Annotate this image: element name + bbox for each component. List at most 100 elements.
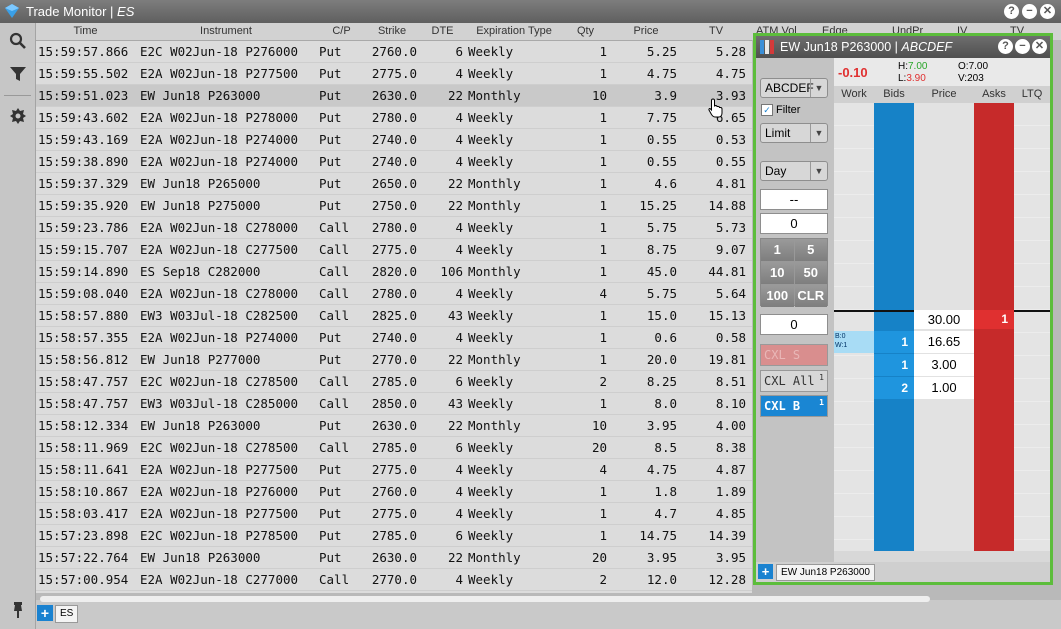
col-header[interactable]: Price [611, 25, 681, 37]
horizontal-scrollbar[interactable] [40, 596, 930, 602]
ladder-add-tab-button[interactable]: + [758, 564, 773, 579]
help-button[interactable]: ? [1004, 4, 1019, 19]
ladder-bottom-bar: + EW Jun18 P263000 [756, 562, 1050, 582]
close-button[interactable]: ✕ [1040, 4, 1055, 19]
tab-es[interactable]: ES [55, 605, 79, 623]
quantity-field[interactable]: 0 [760, 213, 828, 234]
table-row[interactable]: 15:59:38.890 E2A W02Jun-18 P274000 Put 2740… [36, 151, 752, 173]
filter-toggle[interactable]: ✓ Filter [761, 104, 800, 116]
instrument-cell: E2A W02Jun-18 P278000 [140, 110, 299, 125]
table-row[interactable]: 15:59:57.866 E2C W02Jun-18 P276000 Put 2760… [36, 41, 752, 63]
table-row[interactable]: 15:59:35.920 EW Jun18 P275000 Put 2750.0 22 M… [36, 195, 752, 217]
search-icon[interactable] [9, 32, 27, 50]
col-header[interactable]: TV [682, 25, 750, 37]
table-row[interactable]: 15:59:08.040 E2A W02Jun-18 C278000 Call 278… [36, 283, 752, 305]
col-header[interactable]: Expiration Type [468, 25, 560, 37]
offset-field[interactable]: 0 [760, 314, 828, 335]
pin-icon[interactable] [9, 601, 27, 619]
table-row[interactable]: 15:57:22.764 EW Jun18 P263000 Put 2630.0 22 M… [36, 547, 752, 569]
table-row[interactable]: 15:58:47.757 E2C W02Jun-18 C278500 Call 278… [36, 371, 752, 393]
ladder-tab[interactable]: EW Jun18 P263000 [776, 564, 875, 581]
dte-cell: 6 [455, 374, 463, 389]
table-row[interactable]: 15:57:23.898 E2C W02Jun-18 P278500 Put 2785… [36, 525, 752, 547]
bid-quantity[interactable]: 2 [874, 377, 914, 399]
ladder-minimize-button[interactable]: − [1015, 39, 1030, 54]
table-row[interactable]: 15:58:10.867 E2A W02Jun-18 P276000 Put 2760… [36, 481, 752, 503]
col-header[interactable]: Instrument [136, 25, 316, 37]
cancel-all-button[interactable]: CXL All 1 [760, 370, 828, 392]
table-row[interactable]: 15:58:12.334 EW Jun18 P263000 Put 2630.0 22 M… [36, 415, 752, 437]
strike-cell: 2630.0 [371, 418, 417, 433]
instrument-cell: EW3 W03Jul-18 C282500 [140, 308, 299, 323]
keypad-5-button[interactable]: 5 [794, 239, 827, 261]
cp-cell: Put [319, 44, 342, 59]
ladder-col-ltq: LTQ [1021, 88, 1043, 100]
strike-cell: 2785.0 [371, 528, 417, 543]
filter-checkbox[interactable]: ✓ [761, 104, 773, 116]
table-row[interactable]: 15:59:15.707 E2A W02Jun-18 C277500 Call 277… [36, 239, 752, 261]
cp-cell: Put [319, 330, 342, 345]
table-row[interactable]: 15:58:57.355 E2A W02Jun-18 P274000 Put 2740… [36, 327, 752, 349]
strike-cell: 2630.0 [371, 88, 417, 103]
table-row[interactable]: 15:58:57.880 EW3 W03Jul-18 C282500 Call 282… [36, 305, 752, 327]
table-row[interactable]: 15:59:37.329 EW Jun18 P265000 Put 2650.0 22 M… [36, 173, 752, 195]
time-cell: 15:58:11.969 [38, 440, 129, 455]
window-title: Trade Monitor | ES [26, 4, 135, 19]
table-row[interactable]: 15:59:23.786 E2A W02Jun-18 C278000 Call 278… [36, 217, 752, 239]
cancel-buys-button[interactable]: CXL B1 [760, 395, 828, 417]
bids-column[interactable] [874, 103, 914, 551]
account-select[interactable]: ABCDEF ▼ [760, 78, 828, 98]
ask-quantity[interactable]: 1 [974, 310, 1014, 329]
qty-cell: 2 [599, 572, 607, 587]
minimize-button[interactable]: − [1022, 4, 1037, 19]
ladder-close-button[interactable]: ✕ [1032, 39, 1047, 54]
expiration-type-cell: Monthly [468, 264, 521, 279]
price-field[interactable]: -- [760, 189, 828, 210]
col-header[interactable]: Time [36, 25, 135, 37]
table-row[interactable]: 15:58:11.969 E2C W02Jun-18 C278500 Call 278… [36, 437, 752, 459]
time-cell: 15:58:47.757 [38, 374, 129, 389]
working-order-badge[interactable]: B:0 W:1 [834, 331, 874, 353]
cp-cell: Call [319, 440, 350, 455]
keypad-1-button[interactable]: 1 [761, 239, 794, 261]
table-row[interactable]: 15:59:55.502 E2A W02Jun-18 P277500 Put 2775… [36, 63, 752, 85]
net-change: -0.10 [838, 65, 868, 80]
ladder-scrollbar[interactable] [834, 551, 1050, 561]
cp-cell: Call [319, 264, 350, 279]
price-cell: 20.0 [646, 352, 677, 367]
table-row[interactable]: 15:59:43.602 E2A W02Jun-18 P278000 Put 2780… [36, 107, 752, 129]
order-type-select[interactable]: Limit ▼ [760, 123, 828, 143]
bid-quantity[interactable]: 1 [874, 354, 914, 376]
table-row[interactable]: 15:58:47.757 EW3 W03Jul-18 C285000 Call 285… [36, 393, 752, 415]
table-row[interactable]: 15:57:00.954 E2A W02Jun-18 C277000 Call 277… [36, 569, 752, 591]
table-row[interactable]: 15:59:14.890 ES Sep18 C282000 Call 2820.0 10… [36, 261, 752, 283]
ladder-help-button[interactable]: ? [998, 39, 1013, 54]
instrument-cell: E2A W02Jun-18 C277000 [140, 572, 299, 587]
dte-cell: 22 [447, 352, 463, 367]
col-header[interactable]: Qty [561, 25, 610, 37]
work-column[interactable] [834, 103, 874, 551]
keypad-10-button[interactable]: 10 [761, 262, 794, 284]
filter-icon[interactable] [9, 65, 27, 83]
table-row[interactable]: 15:58:11.641 E2A W02Jun-18 P277500 Put 2775… [36, 459, 752, 481]
col-header[interactable]: C/P [317, 25, 366, 37]
table-row[interactable]: 15:58:56.812 EW Jun18 P277000 Put 2770.0 22 M… [36, 349, 752, 371]
col-header[interactable]: DTE [418, 25, 467, 37]
table-row[interactable]: 15:59:51.023 EW Jun18 P263000 Put 2630.0 22 M… [36, 85, 752, 107]
tv-cell: 14.88 [708, 198, 746, 213]
cp-cell: Put [319, 132, 342, 147]
cp-cell: Call [319, 286, 350, 301]
settings-icon[interactable] [9, 107, 27, 125]
bid-quantity[interactable]: 1 [874, 331, 914, 353]
keypad-clear-button[interactable]: CLR [794, 285, 827, 307]
time-in-force-select[interactable]: Day ▼ [760, 161, 828, 181]
add-tab-button[interactable]: + [37, 605, 53, 621]
table-row[interactable]: 15:58:03.417 E2A W02Jun-18 P277500 Put 2775… [36, 503, 752, 525]
keypad-50-button[interactable]: 50 [794, 262, 827, 284]
cp-cell: Call [319, 396, 350, 411]
col-header[interactable]: Strike [367, 25, 417, 37]
table-row[interactable]: 15:59:43.169 E2A W02Jun-18 P274000 Put 2740… [36, 129, 752, 151]
keypad-100-button[interactable]: 100 [761, 285, 794, 307]
cancel-sells-button[interactable]: CXL S [760, 344, 828, 366]
price-cell: 15.0 [646, 308, 677, 323]
